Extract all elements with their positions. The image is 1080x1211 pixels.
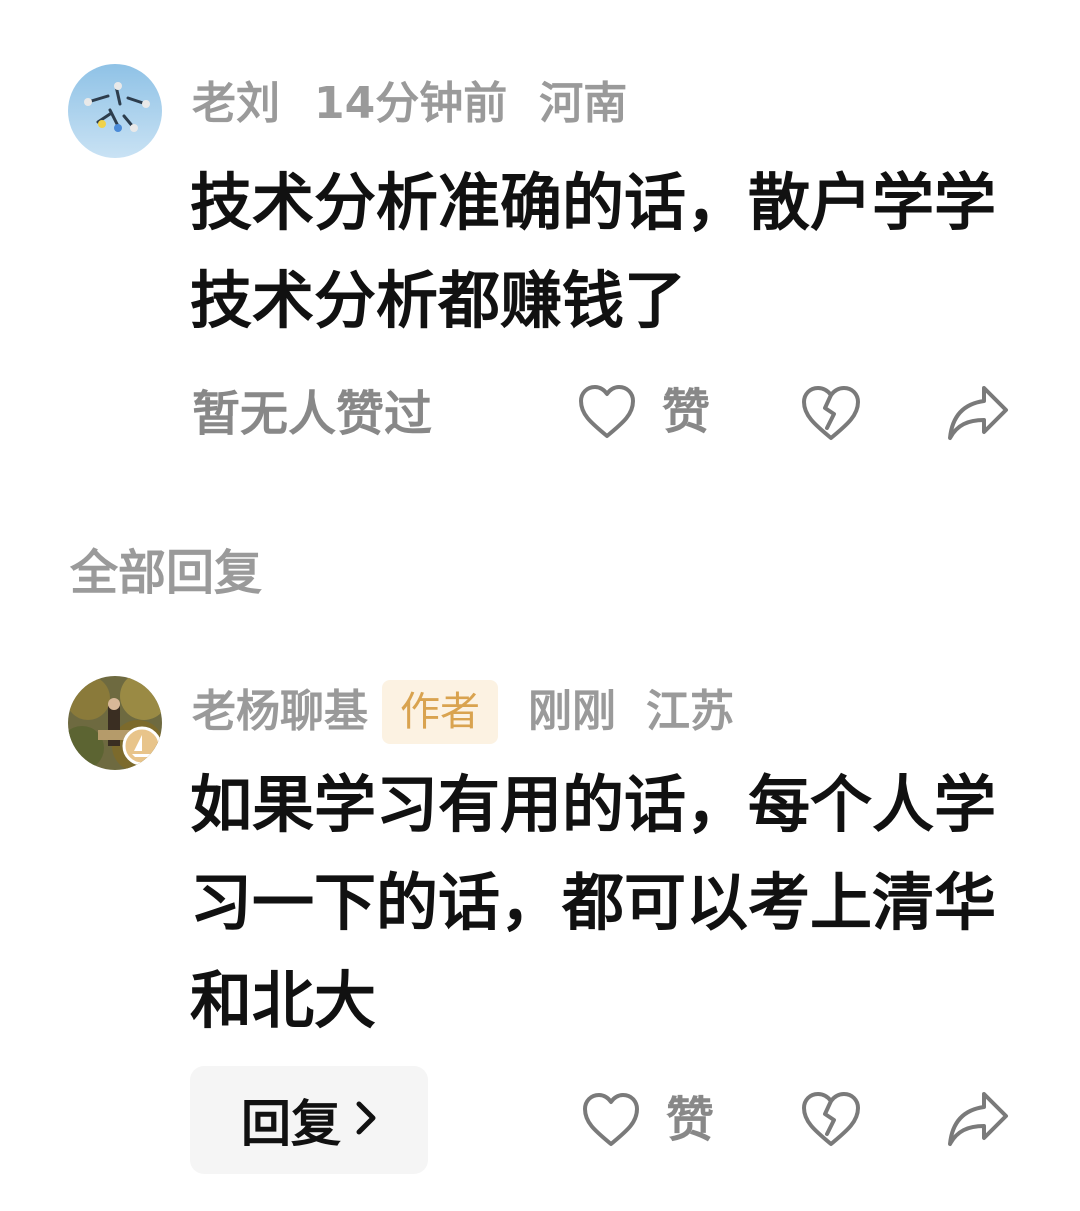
author-badge: 作者 (382, 680, 498, 744)
reply-like-label: 赞 (666, 1092, 715, 1148)
heart-outline-icon (579, 385, 635, 438)
chevron-right-icon (355, 1100, 377, 1140)
broken-heart-icon (802, 1092, 860, 1146)
reply-dislike-button[interactable] (801, 1090, 861, 1148)
share-arrow-icon (948, 1092, 1008, 1146)
broken-heart-icon (802, 386, 860, 440)
reply-time: 刚刚 (528, 686, 616, 737)
comment-location: 河南 (539, 78, 628, 129)
reply-like-button[interactable]: 赞 (582, 1090, 714, 1150)
author-avatar[interactable] (68, 676, 162, 770)
likes-status: 暂无人赞过 (192, 386, 433, 442)
reply-meta: 老杨聊基 作者 刚刚 江苏 (192, 680, 734, 744)
replies-section-title: 全部回复 (70, 545, 263, 601)
sailboat-badge-icon (122, 726, 162, 766)
comment-time: 14分钟前 (314, 78, 508, 129)
user-avatar[interactable] (68, 64, 162, 158)
dislike-button[interactable] (801, 384, 861, 442)
comment-meta: 老刘 14分钟前 河南 (192, 74, 627, 134)
reply-share-button[interactable] (946, 1090, 1010, 1148)
like-button[interactable]: 赞 (578, 382, 710, 442)
reply-location: 江苏 (646, 686, 734, 737)
reply-username[interactable]: 老杨聊基 (192, 682, 368, 742)
reply-button[interactable]: 回复 (190, 1066, 428, 1174)
reply-button-label: 回复 (241, 1095, 341, 1153)
like-label: 赞 (662, 384, 711, 440)
share-arrow-icon (948, 386, 1008, 440)
share-button[interactable] (946, 384, 1010, 442)
comment-text: 技术分析准确的话，散户学学技术分析都赚钱了 (190, 166, 997, 337)
skydivers-avatar-image (68, 64, 162, 158)
heart-outline-icon (583, 1093, 639, 1146)
comment-username[interactable]: 老刘 (192, 74, 280, 134)
reply-text: 如果学习有用的话，每个人学习一下的话，都可以考上清华和北大 (190, 768, 997, 1037)
